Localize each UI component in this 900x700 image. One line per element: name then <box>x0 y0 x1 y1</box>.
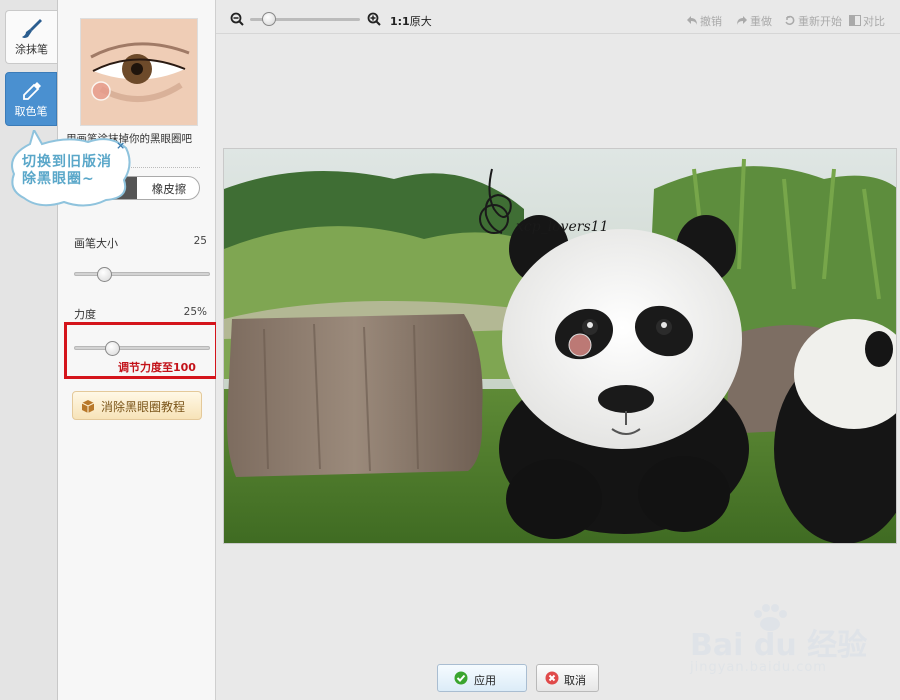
brush-tool-button[interactable]: 涂抹笔 <box>5 10 57 64</box>
apply-label: 应用 <box>474 674 496 687</box>
brush-icon <box>22 19 42 38</box>
brush-size-slider[interactable] <box>74 267 210 282</box>
tip-bubble: 切换到旧版消除黑眼圈~ × <box>8 130 134 208</box>
undo-label: 撤销 <box>700 15 722 28</box>
cancel-icon <box>545 671 559 685</box>
zoom-slider-knob[interactable] <box>262 12 276 26</box>
tip-text: 切换到旧版消除黑眼圈~ <box>22 154 112 187</box>
actual-size-label: 原大 <box>409 15 432 28</box>
tool-column: 涂抹笔 取色笔 <box>0 0 58 700</box>
compare-icon <box>849 15 861 26</box>
close-icon[interactable]: × <box>116 139 125 152</box>
restart-icon <box>785 15 795 25</box>
compare-button[interactable]: 对比 <box>849 13 885 29</box>
photo-canvas[interactable]: xcp_lovers11 <box>223 148 897 544</box>
strength-hint: 调节力度至100 <box>118 361 196 374</box>
package-icon <box>81 400 95 413</box>
redo-label: 重做 <box>750 15 772 28</box>
eyedropper-icon <box>23 82 41 100</box>
strength-value: 25% <box>183 306 207 318</box>
picker-tool-button[interactable]: 取色笔 <box>5 72 57 126</box>
redo-button[interactable]: 重做 <box>736 13 772 29</box>
brush-tool-label: 涂抹笔 <box>15 43 48 56</box>
picker-tool-label: 取色笔 <box>14 105 48 118</box>
cancel-label: 取消 <box>564 674 586 687</box>
apply-button[interactable]: 应用 <box>437 664 527 692</box>
zoom-slider[interactable] <box>250 12 360 26</box>
options-panel: 用画笔涂抹掉你的黑眼圈吧 橡皮擦 画笔大小 25 力度 25% 调节力度至100… <box>58 0 218 700</box>
brush-size-slider-knob[interactable] <box>97 267 112 282</box>
restart-label: 重新开始 <box>798 15 842 28</box>
redo-icon <box>737 16 747 25</box>
baidu-wordmark: Bai du 经验 <box>690 628 868 663</box>
top-toolbar: 1:1原大 撤销 重做 重新开始 对比 <box>216 4 900 34</box>
zoom-out-icon[interactable] <box>230 12 244 26</box>
eraser-mode-label[interactable]: 橡皮擦 <box>139 181 199 197</box>
undo-button[interactable]: 撤销 <box>686 13 722 29</box>
compare-label: 对比 <box>863 15 885 28</box>
cancel-button[interactable]: 取消 <box>536 664 599 692</box>
actual-size-ratio: 1:1 <box>390 15 410 28</box>
strength-label: 力度 <box>74 308 96 321</box>
baidu-url: jingyan.baidu.com <box>690 660 827 675</box>
undo-icon <box>687 16 697 25</box>
eye-preview-image <box>80 18 198 126</box>
actual-size-button[interactable]: 1:1原大 <box>390 13 432 29</box>
baidu-watermark: Bai du 经验 jingyan.baidu.com <box>690 604 890 688</box>
tutorial-button[interactable]: 消除黑眼圈教程 <box>72 391 202 420</box>
brush-size-label: 画笔大小 <box>74 237 118 250</box>
brush-size-value: 25 <box>193 235 207 247</box>
canvas-area: 1:1原大 撤销 重做 重新开始 对比 xcp_lovers11 应用 取消 <box>216 0 900 700</box>
restart-button[interactable]: 重新开始 <box>784 13 842 29</box>
zoom-in-icon[interactable] <box>367 12 381 26</box>
check-icon <box>454 671 468 685</box>
photo-watermark: xcp_lovers11 <box>516 219 609 235</box>
tutorial-label: 消除黑眼圈教程 <box>101 400 186 414</box>
